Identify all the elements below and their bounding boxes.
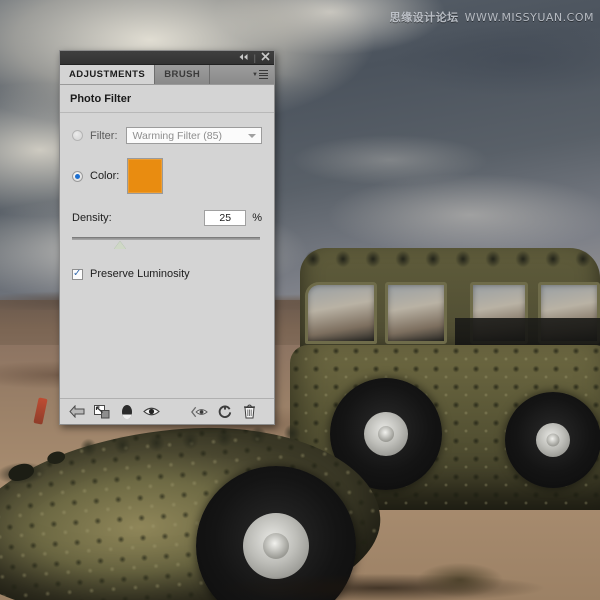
wheel-hub [263, 533, 289, 559]
filter-select-value: Warming Filter (85) [132, 129, 222, 142]
collapse-icon[interactable] [238, 53, 249, 63]
clip-to-layer-icon[interactable] [93, 403, 110, 421]
density-slider-track[interactable] [72, 237, 260, 240]
car-wheel-rear [505, 392, 600, 488]
close-icon[interactable] [261, 52, 270, 63]
toggle-visibility-icon[interactable] [143, 403, 160, 421]
car-roof-scale-ridge [300, 244, 600, 270]
tab-adjustments-label: ADJUSTMENTS [69, 69, 146, 80]
watermark-url-text: WWW.MISSYUAN.COM [464, 11, 594, 24]
wheel-hub [378, 426, 394, 442]
tab-adjustments[interactable]: ADJUSTMENTS [60, 65, 156, 84]
filter-select[interactable]: Warming Filter (85) [125, 127, 262, 144]
preserve-luminosity-label: Preserve Luminosity [90, 268, 190, 280]
chevron-down-icon [248, 133, 256, 138]
screenshot-canvas: 思缘设计论坛 WWW.MISSYUAN.COM | ADJUSTMENTS BRU… [0, 0, 600, 600]
panel-menu-icon[interactable]: ▼ [246, 65, 274, 84]
tab-bar-filler [210, 65, 247, 84]
wheel-hub [546, 433, 560, 447]
panel-body: Filter: Warming Filter (85) Color: Densi… [60, 113, 274, 398]
density-slider-thumb[interactable] [113, 241, 126, 249]
panel-footer-toolbar[interactable] [60, 398, 274, 424]
view-previous-state-icon[interactable] [190, 403, 208, 421]
density-label: Density: [72, 212, 112, 224]
density-row: Density: 25 % [72, 210, 262, 226]
filter-radio[interactable] [72, 130, 83, 141]
watermark: 思缘设计论坛 WWW.MISSYUAN.COM [390, 9, 594, 25]
adjustment-preview-icon[interactable] [118, 403, 135, 421]
density-slider[interactable] [72, 234, 262, 252]
density-unit-label: % [252, 212, 262, 224]
panel-title: Photo Filter [60, 85, 274, 113]
color-swatch[interactable] [127, 158, 164, 194]
panel-tab-bar[interactable]: ADJUSTMENTS BRUSH ▼ [60, 65, 274, 85]
color-label: Color: [90, 170, 120, 182]
preserve-luminosity-row[interactable]: Preserve Luminosity [72, 268, 262, 280]
panel-titlebar[interactable]: | [60, 51, 274, 65]
tab-brush[interactable]: BRUSH [155, 65, 211, 84]
delete-icon[interactable] [241, 403, 258, 421]
chevron-down-icon: ▼ [252, 71, 258, 78]
background-vegetation [400, 540, 520, 600]
car-window-second [385, 282, 447, 344]
tab-brush-label: BRUSH [164, 69, 201, 80]
car-window-front [305, 282, 377, 344]
filter-row[interactable]: Filter: Warming Filter (85) [72, 127, 262, 144]
filter-label: Filter: [90, 129, 118, 142]
ground-shadow [150, 568, 600, 600]
watermark-chinese-text: 思缘设计论坛 [389, 11, 459, 24]
back-arrow-icon[interactable] [68, 403, 85, 421]
adjustments-panel[interactable]: | ADJUSTMENTS BRUSH ▼ Photo Filter Filte… [59, 50, 275, 425]
color-radio[interactable] [72, 170, 83, 182]
color-row[interactable]: Color: [72, 158, 262, 194]
preserve-luminosity-checkbox[interactable] [72, 268, 83, 280]
hamburger-icon [259, 69, 268, 81]
titlebar-separator: | [253, 52, 256, 63]
density-input[interactable]: 25 [204, 210, 247, 226]
reset-icon[interactable] [216, 403, 233, 421]
